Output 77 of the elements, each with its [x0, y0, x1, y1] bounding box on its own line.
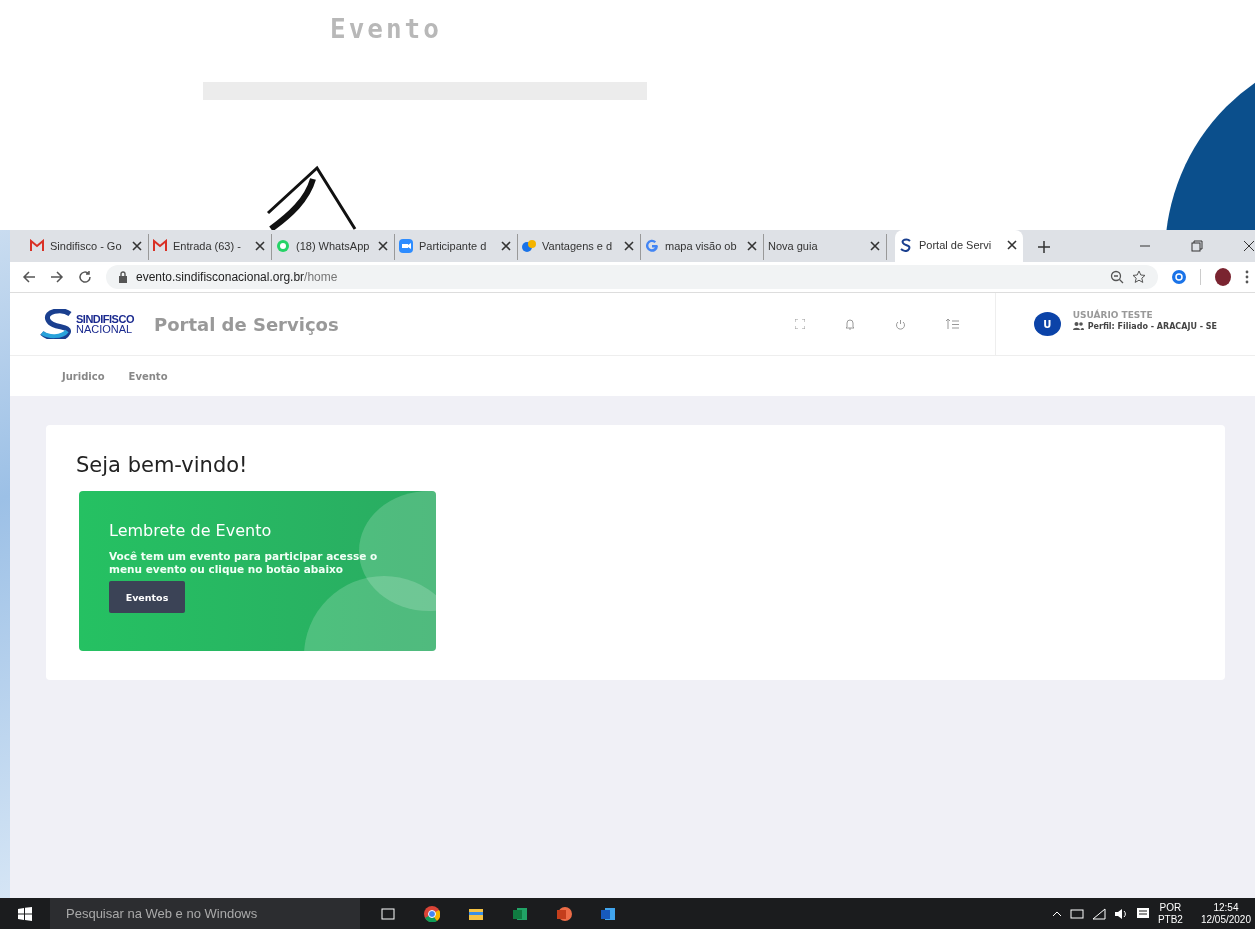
- clock-time[interactable]: 12:54: [1213, 901, 1239, 914]
- search-field[interactable]: Pesquisar na Web e no Windows: [50, 898, 360, 929]
- tab-title: Entrada (63) -: [173, 240, 242, 252]
- back-icon[interactable]: [22, 270, 36, 284]
- forward-icon[interactable]: [50, 270, 64, 284]
- clock-date[interactable]: 12/05/2020: [1200, 913, 1251, 926]
- tab-title: (18) WhatsApp: [296, 240, 371, 252]
- address-bar[interactable]: evento.sindifisconacional.org.br/home: [106, 265, 1158, 289]
- browser-tab[interactable]: Entrada (63) -: [149, 234, 272, 260]
- close-icon[interactable]: [255, 241, 265, 251]
- welcome-title: Seja bem-vindo!: [76, 453, 249, 477]
- avatar[interactable]: U: [1033, 312, 1061, 336]
- tab-title: mapa visão ob: [665, 240, 738, 252]
- close-icon[interactable]: [1007, 240, 1017, 250]
- profile-picture[interactable]: [1215, 268, 1231, 286]
- tab-title: Nova guia: [768, 240, 819, 252]
- notification-icon[interactable]: [1135, 906, 1150, 921]
- url-text: evento.sindifisconacional.org.br/home: [136, 270, 338, 284]
- bell-icon[interactable]: [844, 318, 855, 330]
- language-indicator[interactable]: POR: [1159, 901, 1182, 914]
- lock-icon: [118, 271, 128, 283]
- tab-title: Portal de Servi: [919, 239, 993, 251]
- nav-link[interactable]: Evento: [128, 370, 168, 382]
- caret-up-icon[interactable]: [1051, 910, 1062, 917]
- power-icon[interactable]: [894, 318, 906, 330]
- reminder-title: Lembrete de Evento: [109, 521, 272, 540]
- browser-tab[interactable]: Participante d: [395, 234, 518, 260]
- portal-title: Portal de Serviços: [153, 313, 339, 335]
- volume-icon[interactable]: [1113, 907, 1128, 920]
- user-profile: Perfil: Filiado - ARACAJU - SE: [1087, 321, 1217, 331]
- extension-icon[interactable]: [1172, 270, 1186, 284]
- network-icon[interactable]: [1069, 908, 1084, 919]
- star-icon[interactable]: [1132, 270, 1146, 284]
- search-logo-icon: [645, 239, 659, 253]
- mail-icon: [153, 239, 167, 253]
- close-icon[interactable]: [1243, 240, 1255, 252]
- tab-title: Vantagens e d: [542, 240, 614, 252]
- restore-icon[interactable]: [1191, 240, 1203, 252]
- browser-tab[interactable]: Portal de Servi: [895, 230, 1023, 262]
- close-icon[interactable]: [747, 241, 757, 251]
- chrome-icon[interactable]: [424, 905, 440, 922]
- document-icon[interactable]: [600, 905, 616, 922]
- close-icon[interactable]: [378, 241, 388, 251]
- browser-tab[interactable]: Sindifisco - Go: [26, 234, 149, 260]
- browser-tab[interactable]: (18) WhatsApp: [272, 234, 395, 260]
- list-icon[interactable]: [945, 318, 959, 330]
- zoom-out-icon[interactable]: [1110, 270, 1124, 284]
- site-logo-icon: [899, 238, 913, 252]
- user-name: USUÁRIO TESTE: [1072, 309, 1154, 320]
- reminder-text: Você tem um evento para participar acesse o menu evento ou clique no botão abaixo: [109, 550, 379, 576]
- tab-title: Participante d: [419, 240, 488, 252]
- video-icon: [399, 239, 413, 253]
- close-icon[interactable]: [501, 241, 511, 251]
- close-icon[interactable]: [624, 241, 634, 251]
- browser-tab[interactable]: Vantagens e d: [518, 234, 641, 260]
- browser-tab[interactable]: mapa visão ob: [641, 234, 764, 260]
- events-button[interactable]: Eventos: [109, 581, 185, 613]
- slides-icon[interactable]: [556, 905, 572, 922]
- nav-link[interactable]: Juridico: [62, 370, 105, 382]
- slide-title: Evento: [330, 14, 442, 44]
- spreadsheet-icon[interactable]: [512, 905, 528, 922]
- close-icon[interactable]: [132, 241, 142, 251]
- reload-icon[interactable]: [78, 270, 92, 284]
- keyboard-layout[interactable]: PTB2: [1157, 913, 1183, 926]
- mail-icon: [30, 239, 44, 253]
- logo-swoosh-icon: [40, 309, 74, 339]
- users-icon: [1072, 322, 1084, 330]
- browser-tab[interactable]: Nova guia: [764, 234, 887, 260]
- close-icon[interactable]: [870, 241, 880, 251]
- plus-icon[interactable]: [1037, 240, 1051, 254]
- chat-icon: [276, 239, 290, 253]
- tab-title: Sindifisco - Go: [50, 240, 123, 252]
- people-icon: [522, 239, 536, 253]
- task-view-icon[interactable]: [380, 905, 396, 922]
- logo-text: SINDIFISCO: [76, 314, 134, 324]
- logo-text: NACIONAL: [76, 324, 134, 334]
- more-icon[interactable]: [1245, 270, 1249, 284]
